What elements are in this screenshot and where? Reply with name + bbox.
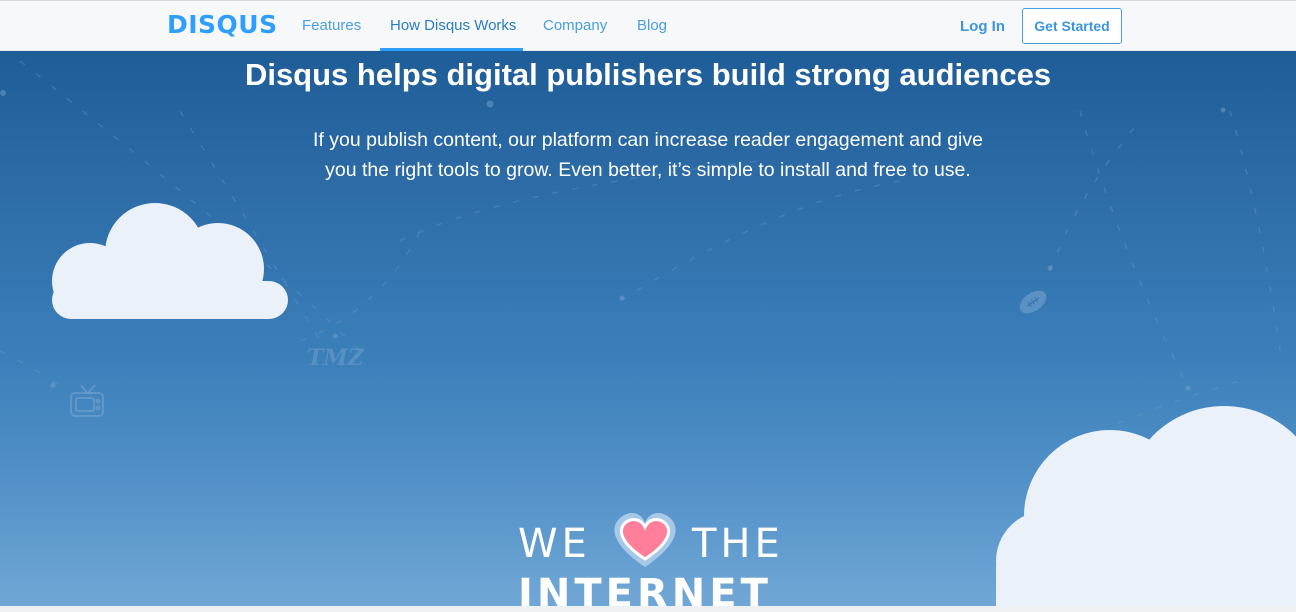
cloud-icon-right bbox=[996, 406, 1296, 606]
nav-link-blog[interactable]: Blog bbox=[637, 17, 667, 35]
we-text: WE bbox=[518, 521, 591, 567]
get-started-button[interactable]: Get Started bbox=[1022, 8, 1122, 44]
heart-icon bbox=[614, 512, 676, 567]
hero-section: TMZ Disqus helps digital publishers buil… bbox=[0, 51, 1296, 606]
nav-link-features[interactable]: Features bbox=[302, 17, 361, 35]
active-tab-indicator bbox=[380, 48, 523, 51]
tmz-logo-text: TMZ bbox=[307, 345, 365, 371]
the-text: THE bbox=[692, 521, 784, 567]
hero-subtitle-line-2: you the right tools to grow. Even better… bbox=[325, 159, 971, 181]
hero-subtitle-line-1: If you publish content, our platform can… bbox=[313, 129, 983, 151]
tv-icon bbox=[70, 384, 104, 417]
nav-link-company[interactable]: Company bbox=[543, 17, 607, 35]
page-bottom-strip bbox=[0, 606, 1296, 612]
internet-text: INTERNET bbox=[518, 571, 772, 606]
disqus-logo[interactable]: DISQUS bbox=[167, 9, 278, 41]
hero-subtitle: If you publish content, our platform can… bbox=[298, 125, 998, 185]
nav-link-how-disqus-works[interactable]: How Disqus Works bbox=[390, 17, 516, 35]
top-nav: DISQUS Features How Disqus Works Company… bbox=[0, 0, 1296, 51]
hero-title: Disqus helps digital publishers build st… bbox=[244, 57, 1052, 92]
cloud-icon bbox=[52, 203, 288, 319]
tmz-logo: TMZ bbox=[307, 345, 365, 371]
football-icon bbox=[1019, 290, 1047, 314]
login-link[interactable]: Log In bbox=[960, 18, 1005, 36]
